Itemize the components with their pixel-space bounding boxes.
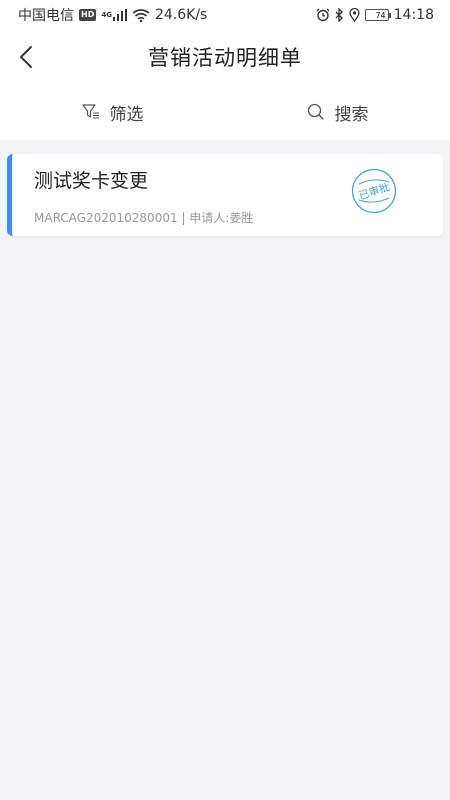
item-applicant: 申请人:姜胜: [189, 211, 254, 225]
filter-label: 筛选: [109, 104, 144, 125]
bluetooth-icon: [335, 8, 343, 22]
battery-indicator: 74: [364, 9, 391, 21]
back-button[interactable]: [12, 43, 40, 71]
filter-bar: 筛选 搜索: [0, 84, 450, 140]
network-speed: 24.6K/s: [154, 7, 208, 23]
filter-button[interactable]: 筛选: [0, 100, 225, 125]
status-bar: 中国电信 HD 4G 24.6K/s 74 14:18: [0, 0, 450, 30]
location-icon: [348, 8, 360, 22]
search-label: 搜索: [334, 104, 369, 125]
battery-level: 74: [375, 10, 386, 20]
clock-time: 14:18: [393, 7, 434, 23]
list-item[interactable]: 测试奖卡变更 MARCAG202010280001 | 申请人:姜胜 已审批: [7, 154, 443, 236]
wifi-icon: [132, 8, 150, 22]
status-right: 74 14:18: [316, 7, 434, 23]
status-left: 中国电信 HD 4G 24.6K/s: [18, 5, 207, 25]
approved-stamp-icon: 已审批: [351, 168, 397, 214]
page-title: 营销活动明细单: [148, 46, 302, 70]
filter-icon: [81, 104, 99, 119]
hd-badge: HD: [79, 9, 97, 21]
search-icon: [307, 103, 324, 120]
item-code: MARCAG202010280001: [34, 211, 178, 225]
carrier-name: 中国电信: [18, 8, 74, 24]
signal-icon: [112, 9, 127, 21]
navigation-bar: 营销活动明细单: [0, 30, 450, 84]
alarm-icon: [316, 8, 330, 22]
network-type: 4G: [101, 11, 112, 19]
list-container: 测试奖卡变更 MARCAG202010280001 | 申请人:姜胜 已审批: [0, 140, 450, 250]
search-button[interactable]: 搜索: [225, 100, 450, 125]
chevron-left-icon: [20, 46, 32, 68]
